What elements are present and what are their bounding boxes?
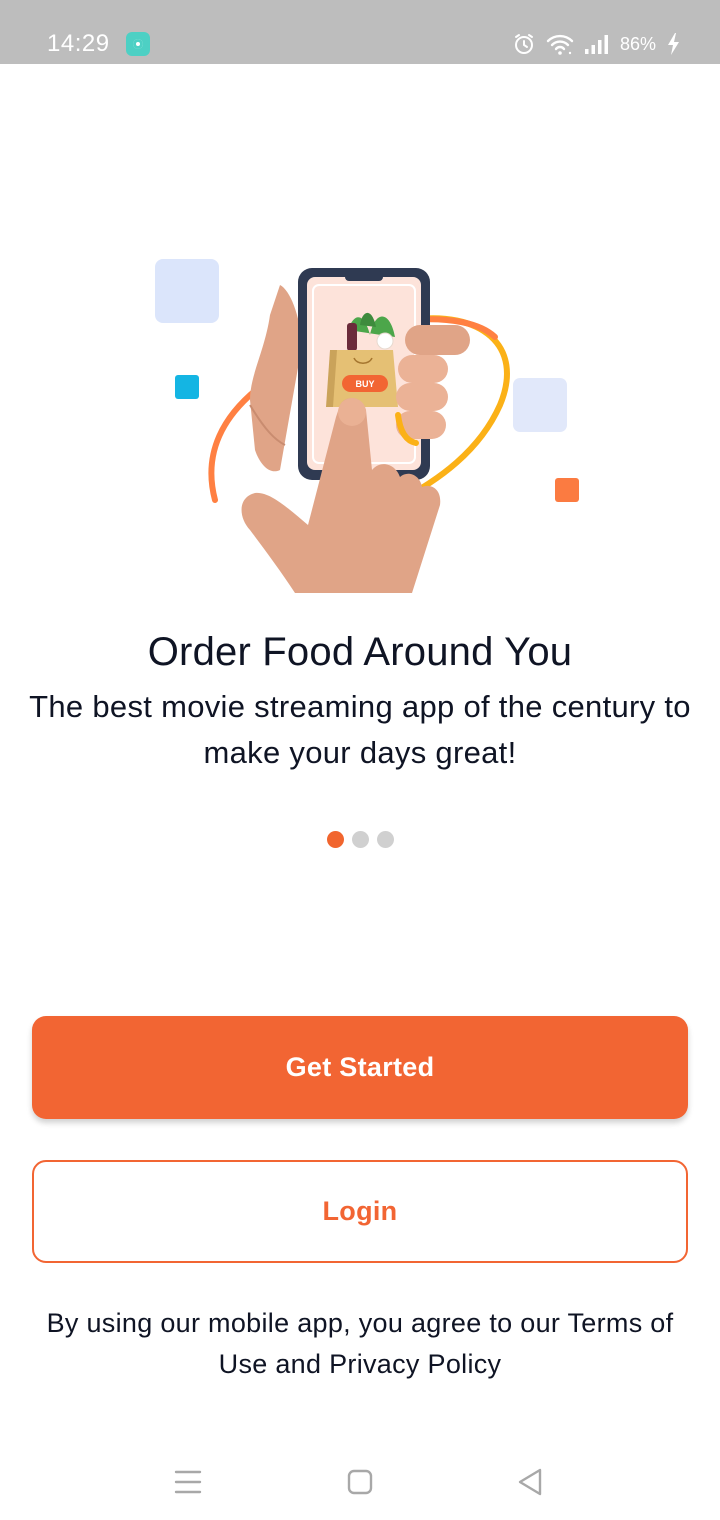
page-indicator-dot-3 <box>377 831 394 848</box>
home-button[interactable] <box>340 1462 380 1502</box>
buy-badge-text: BUY <box>355 379 374 389</box>
battery-percent: 86% <box>619 33 656 54</box>
get-started-button[interactable]: Get Started <box>32 1016 688 1119</box>
status-time: 14:29 <box>47 30 110 57</box>
menu-icon <box>174 1470 202 1494</box>
back-button[interactable] <box>510 1462 550 1502</box>
home-icon <box>347 1469 373 1495</box>
status-bar: 14:29 86% <box>0 0 720 64</box>
battery-charging-icon <box>668 33 679 55</box>
onboarding-illustration: BUY <box>155 259 579 593</box>
back-icon <box>518 1468 542 1496</box>
page-indicator-dot-2 <box>352 831 369 848</box>
decor-square-orange <box>555 478 579 502</box>
page-indicator-dot-1-active <box>327 831 344 848</box>
menu-button[interactable] <box>168 1462 208 1502</box>
login-button[interactable]: Login <box>32 1160 688 1263</box>
decor-square-blue-large <box>155 259 219 323</box>
decor-square-blue-small <box>513 378 567 432</box>
onboarding-subtitle: The best movie streaming app of the cent… <box>29 689 691 770</box>
terms-privacy-text: By using our mobile app, you agree to ou… <box>46 1308 674 1379</box>
status-icons: 86% <box>512 30 680 58</box>
alarm-icon <box>514 34 533 54</box>
wifi-icon <box>546 34 574 55</box>
app-notification-icon <box>126 32 150 56</box>
page-indicator <box>327 831 394 848</box>
decor-square-cyan <box>175 375 199 399</box>
onboarding-title: Order Food Around You <box>147 630 573 674</box>
navigation-bar <box>0 1440 720 1520</box>
signal-icon <box>584 35 608 54</box>
